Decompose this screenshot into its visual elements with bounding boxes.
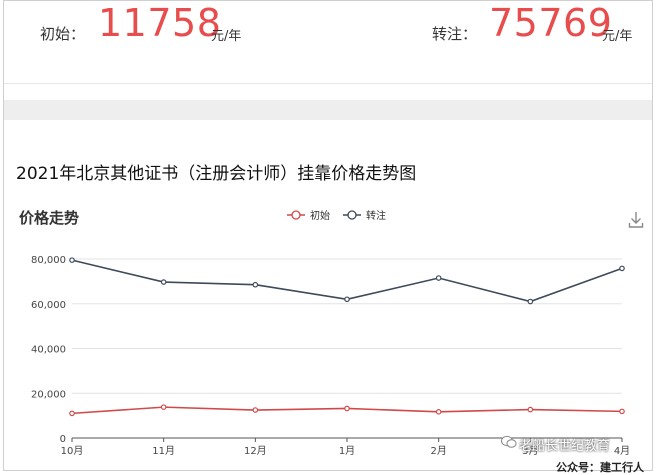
data-point <box>344 296 350 303</box>
y-tick-label: 0 <box>60 434 66 445</box>
data-point <box>252 407 259 413</box>
x-tick-label: 4月 <box>614 445 630 457</box>
wechat-icon <box>501 435 517 448</box>
data-point <box>527 406 534 413</box>
legend-marker <box>347 210 357 220</box>
data-point <box>252 281 259 288</box>
data-point <box>435 275 442 281</box>
data-point <box>160 404 167 410</box>
page-title: 2021年北京其他证书（注册会计师）挂靠价格走势图 <box>16 164 417 184</box>
initial-price-unit: 元/年 <box>211 29 242 44</box>
legend-label: 转注 <box>366 209 386 222</box>
data-point <box>69 257 75 263</box>
x-tick-label: 1月 <box>339 445 355 457</box>
series-line-transfer <box>71 259 623 303</box>
initial-price-value: 11758 <box>98 1 222 45</box>
data-point <box>344 405 350 412</box>
y-tick-label: 20,000 <box>31 389 66 400</box>
data-point <box>160 279 167 285</box>
data-point <box>619 265 625 272</box>
initial-price-label: 初始： <box>40 25 86 43</box>
y-tick-label: 40,000 <box>31 345 66 356</box>
data-point <box>619 408 625 415</box>
x-tick-label: 2月 <box>430 445 446 457</box>
section-divider-band <box>4 100 652 120</box>
transfer-price-label: 转注： <box>432 25 478 43</box>
data-point <box>527 298 534 305</box>
transfer-price-value: 75769 <box>489 1 613 45</box>
x-tick-label: 10月 <box>61 445 84 457</box>
y-tick-label: 80,000 <box>31 255 66 266</box>
y-tick-label: 60,000 <box>31 300 66 311</box>
transfer-price-unit: 元/年 <box>602 29 633 44</box>
x-tick-label: 11月 <box>152 445 175 457</box>
legend-label: 初始 <box>310 209 330 222</box>
watermark-text: 老船长世纪教育 <box>519 439 611 454</box>
watermark-account: 公众号：建工行人 <box>556 461 644 474</box>
legend-marker <box>291 210 301 220</box>
line-chart: 020,00040,00060,00080,00010月 11月 12月 1月 2月 3月… <box>31 209 630 457</box>
data-point <box>435 409 442 415</box>
data-point <box>69 410 75 417</box>
page-frame: 初始： 11758 元/年 转注： 75769 元/年 2021年北京其他证书（… <box>3 0 653 474</box>
price-summary: 初始： 11758 元/年 转注： 75769 元/年 <box>4 1 652 84</box>
x-tick-label: 12月 <box>244 445 267 457</box>
